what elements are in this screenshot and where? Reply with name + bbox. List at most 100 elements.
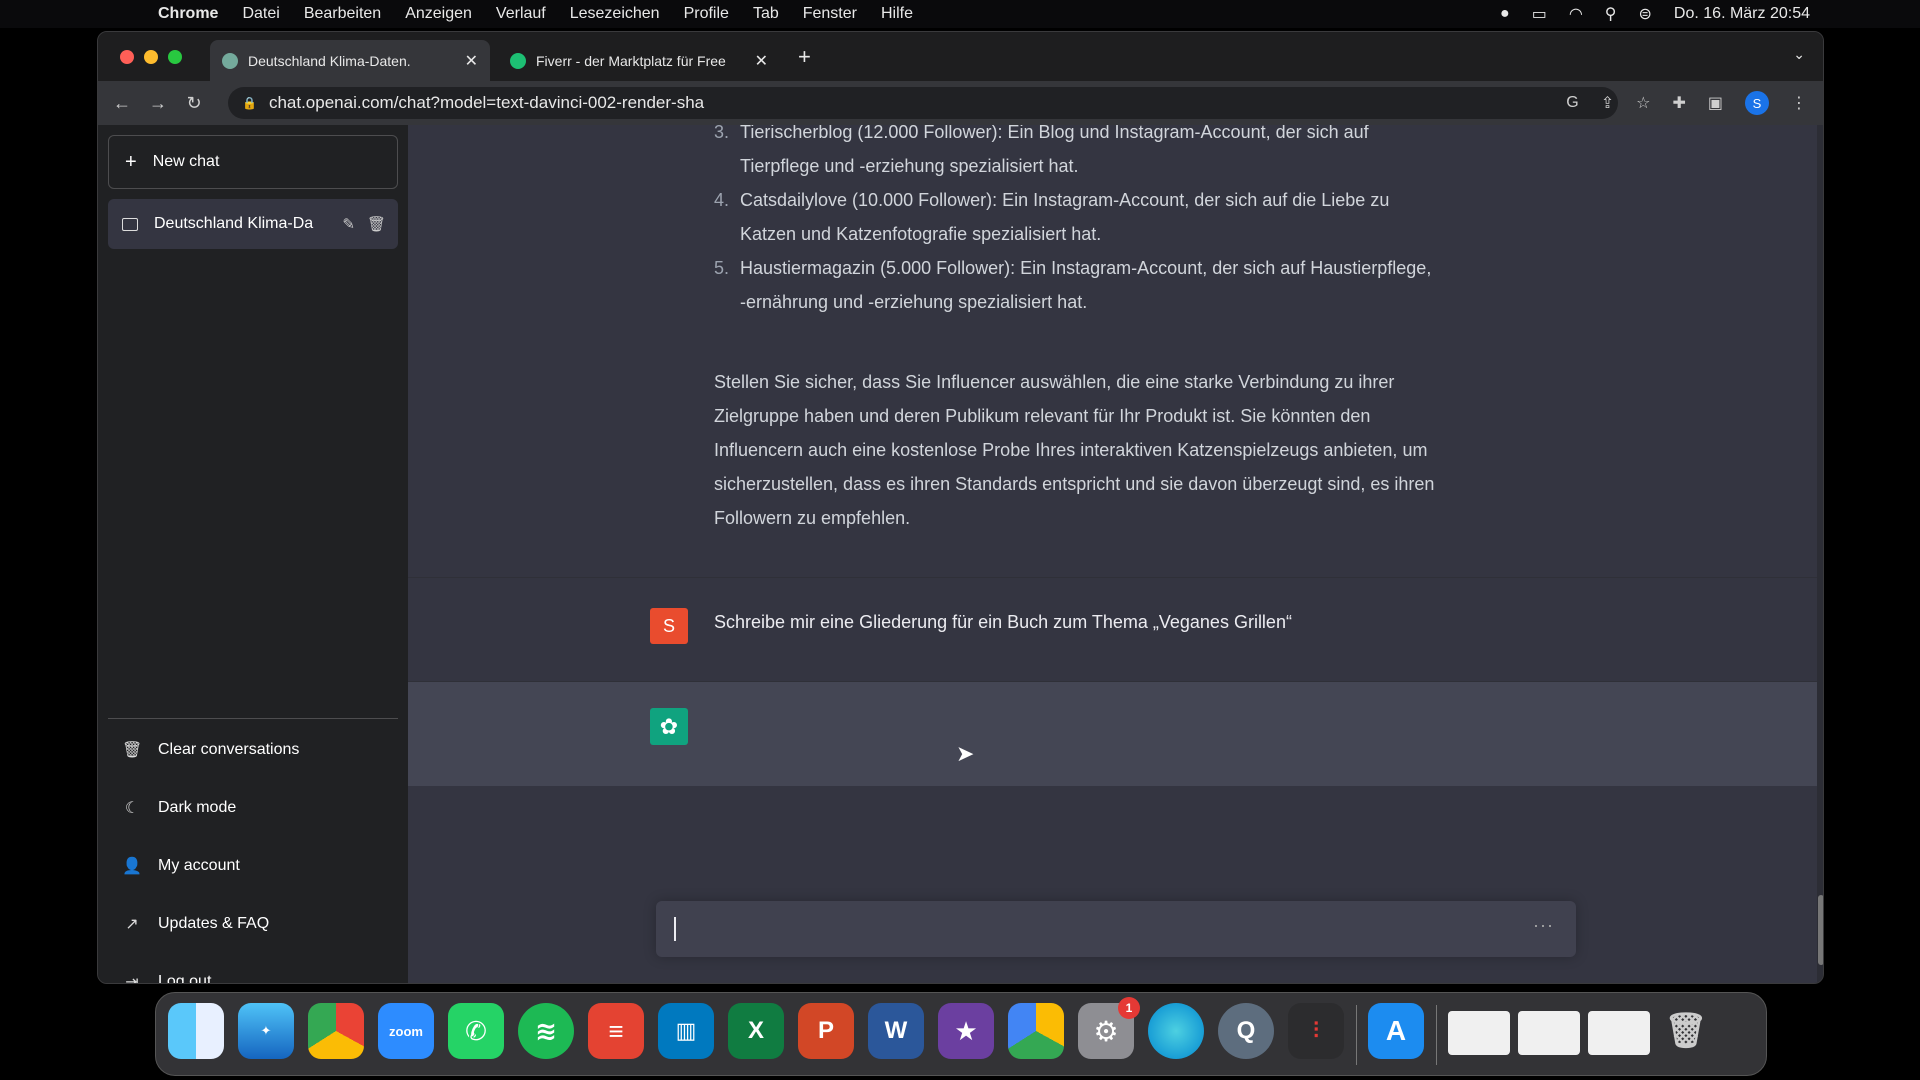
message-input[interactable]: ··· bbox=[656, 901, 1576, 957]
toolbar-icons: G ⇪ ☆ ✚ ▣ S ⋮ bbox=[1566, 81, 1807, 125]
lock-icon[interactable]: 🔒 bbox=[242, 96, 257, 110]
google-icon[interactable]: G bbox=[1566, 94, 1578, 112]
quicktime-icon[interactable]: Q bbox=[1218, 1003, 1274, 1059]
user-message-row: S Schreibe mir eine Gliederung für ein B… bbox=[408, 577, 1817, 682]
app-store-icon[interactable]: A bbox=[1368, 1003, 1424, 1059]
record-icon[interactable]: ● bbox=[1500, 5, 1510, 23]
more-menu-icon[interactable]: ⋮ bbox=[1791, 93, 1807, 113]
dark-mode-button[interactable]: ☾ Dark mode bbox=[108, 784, 398, 832]
minimized-window-excel[interactable] bbox=[1448, 1011, 1510, 1055]
assistant-response-paragraph: Stellen Sie sicher, dass Sie Influencer … bbox=[714, 372, 1435, 528]
user-message: Schreibe mir eine Gliederung für ein Buc… bbox=[714, 612, 1292, 632]
browser-toolbar: ← → ↻ 🔒 chat.openai.com/chat?model=text-… bbox=[98, 81, 1823, 125]
sidebar-divider bbox=[108, 718, 398, 719]
delete-trash-icon[interactable]: 🗑 bbox=[367, 215, 386, 233]
forward-icon[interactable]: → bbox=[140, 93, 176, 114]
new-chat-button[interactable]: + New chat bbox=[108, 135, 398, 189]
menu-fenster[interactable]: Fenster bbox=[803, 5, 857, 23]
google-drive-icon[interactable] bbox=[1008, 1003, 1064, 1059]
extensions-icon[interactable]: ✚ bbox=[1672, 93, 1685, 113]
tab-fiverr[interactable]: Fiverr - der Marktplatz für Free ✕ bbox=[498, 40, 780, 81]
url-text: chat.openai.com/chat?model=text-davinci-… bbox=[268, 93, 705, 112]
tab-search-chevron-icon[interactable]: ⌄ bbox=[1793, 46, 1805, 63]
clear-conversations-button[interactable]: 🗑 Clear conversations bbox=[108, 726, 398, 774]
logout-icon: ⇥ bbox=[125, 974, 139, 984]
log-out-button[interactable]: ⇥ Log out bbox=[108, 958, 398, 984]
wifi-icon[interactable]: ◠ bbox=[1569, 4, 1583, 24]
imovie-icon[interactable]: ★ bbox=[938, 1003, 994, 1059]
my-account-button[interactable]: 👤 My account bbox=[108, 842, 398, 890]
menu-anzeigen[interactable]: Anzeigen bbox=[405, 5, 472, 23]
powerpoint-icon[interactable]: P bbox=[798, 1003, 854, 1059]
menu-bearbeiten[interactable]: Bearbeiten bbox=[304, 5, 381, 23]
user-avatar: S bbox=[650, 608, 688, 644]
edit-pencil-icon[interactable]: ✎ bbox=[342, 215, 355, 233]
menu-verlauf[interactable]: Verlauf bbox=[496, 5, 546, 23]
menu-label: My account bbox=[158, 857, 240, 874]
tab-bar: Deutschland Klima-Daten. ✕ Fiverr - der … bbox=[98, 32, 1823, 81]
minimize-window-button[interactable] bbox=[144, 50, 158, 64]
chat-bubble-icon bbox=[122, 217, 138, 231]
list-item: 3. Tierischerblog (12.000 Follower): Ein … bbox=[714, 125, 1369, 176]
notification-badge: 1 bbox=[1118, 997, 1140, 1019]
menu-hilfe[interactable]: Hilfe bbox=[881, 5, 913, 23]
reload-icon[interactable]: ↻ bbox=[176, 93, 212, 114]
menu-lesezeichen[interactable]: Lesezeichen bbox=[570, 5, 660, 23]
profile-avatar[interactable]: S bbox=[1745, 91, 1769, 115]
zoom-label: zoom bbox=[389, 1023, 423, 1039]
close-tab-icon[interactable]: ✕ bbox=[755, 51, 768, 71]
conversation-item[interactable]: Deutschland Klima-Da ✎ 🗑 bbox=[108, 199, 398, 249]
menubar-clock[interactable]: Do. 16. März 20:54 bbox=[1674, 5, 1810, 23]
chrome-icon[interactable] bbox=[308, 1003, 364, 1059]
loading-dots-icon: ··· bbox=[1533, 915, 1554, 935]
excel-icon[interactable]: X bbox=[728, 1003, 784, 1059]
menu-label: Log out bbox=[158, 973, 212, 984]
spotify-icon[interactable]: ≋ bbox=[518, 1003, 574, 1059]
mouse-pointer-icon: ➤ bbox=[956, 741, 975, 766]
updates-faq-link[interactable]: ↗ Updates & FAQ bbox=[108, 900, 398, 948]
list-item: 5. Haustiermagazin (5.000 Follower): Ein … bbox=[714, 258, 1432, 312]
finder-icon[interactable] bbox=[168, 1003, 224, 1059]
minimized-window-chrome[interactable] bbox=[1588, 1011, 1650, 1055]
maximize-window-button[interactable] bbox=[168, 50, 182, 64]
menu-tab[interactable]: Tab bbox=[753, 5, 779, 23]
system-settings-icon[interactable]: ⚙ 1 bbox=[1078, 997, 1140, 1059]
safari-icon[interactable]: ✦ bbox=[238, 1003, 294, 1059]
dock-separator bbox=[1356, 1005, 1357, 1065]
tab-deutschland-klima[interactable]: Deutschland Klima-Daten. ✕ bbox=[210, 40, 490, 81]
close-window-button[interactable] bbox=[120, 50, 134, 64]
trello-icon[interactable]: ▥ bbox=[658, 1003, 714, 1059]
audio-recorder-icon[interactable]: ⫶ bbox=[1288, 1003, 1344, 1059]
scrollbar[interactable] bbox=[1817, 125, 1823, 983]
chat-sidebar: + New chat Deutschland Klima-Da ✎ 🗑 🗑 Cl… bbox=[98, 125, 408, 984]
menubar-status-area: ● ▭ ◠ ⚲ ⊜ Do. 16. März 20:54 bbox=[1500, 0, 1810, 28]
macos-menubar: Chrome Datei Bearbeiten Anzeigen Verlauf… bbox=[0, 0, 1920, 28]
bookmark-star-icon[interactable]: ☆ bbox=[1636, 93, 1650, 113]
control-center-icon[interactable]: ⊜ bbox=[1639, 4, 1652, 24]
battery-icon[interactable]: ▭ bbox=[1532, 4, 1547, 24]
assistant-response-list: 3. Tierischerblog (12.000 Follower): Ein … bbox=[714, 125, 1504, 319]
share-icon[interactable]: ⇪ bbox=[1601, 93, 1614, 113]
text-caret bbox=[674, 917, 676, 941]
new-tab-icon[interactable]: + bbox=[798, 44, 811, 70]
menu-app-name[interactable]: Chrome bbox=[158, 5, 218, 23]
whatsapp-icon[interactable]: ✆ bbox=[448, 1003, 504, 1059]
zoom-icon[interactable]: zoom bbox=[378, 1003, 434, 1059]
browser-app-icon[interactable] bbox=[1148, 1003, 1204, 1059]
menu-profile[interactable]: Profile bbox=[684, 5, 729, 23]
back-icon[interactable]: ← bbox=[104, 93, 140, 114]
scrollbar-thumb[interactable] bbox=[1818, 895, 1823, 965]
trash-bin-icon[interactable]: 🗑 bbox=[1658, 1003, 1714, 1059]
menu-label: Dark mode bbox=[158, 799, 237, 816]
close-tab-icon[interactable]: ✕ bbox=[465, 51, 478, 71]
word-icon[interactable]: W bbox=[868, 1003, 924, 1059]
search-icon[interactable]: ⚲ bbox=[1605, 4, 1617, 24]
menu-datei[interactable]: Datei bbox=[242, 5, 279, 23]
openai-logo-icon: ✿ bbox=[650, 708, 688, 745]
minimized-window-finder[interactable] bbox=[1518, 1011, 1580, 1055]
address-bar[interactable]: 🔒 chat.openai.com/chat?model=text-davinc… bbox=[228, 87, 1618, 119]
sidepanel-icon[interactable]: ▣ bbox=[1708, 93, 1723, 113]
menu-label: Updates & FAQ bbox=[158, 915, 270, 932]
tab-title: Fiverr - der Marktplatz für Free bbox=[536, 52, 726, 69]
todoist-icon[interactable]: ≡ bbox=[588, 1003, 644, 1059]
